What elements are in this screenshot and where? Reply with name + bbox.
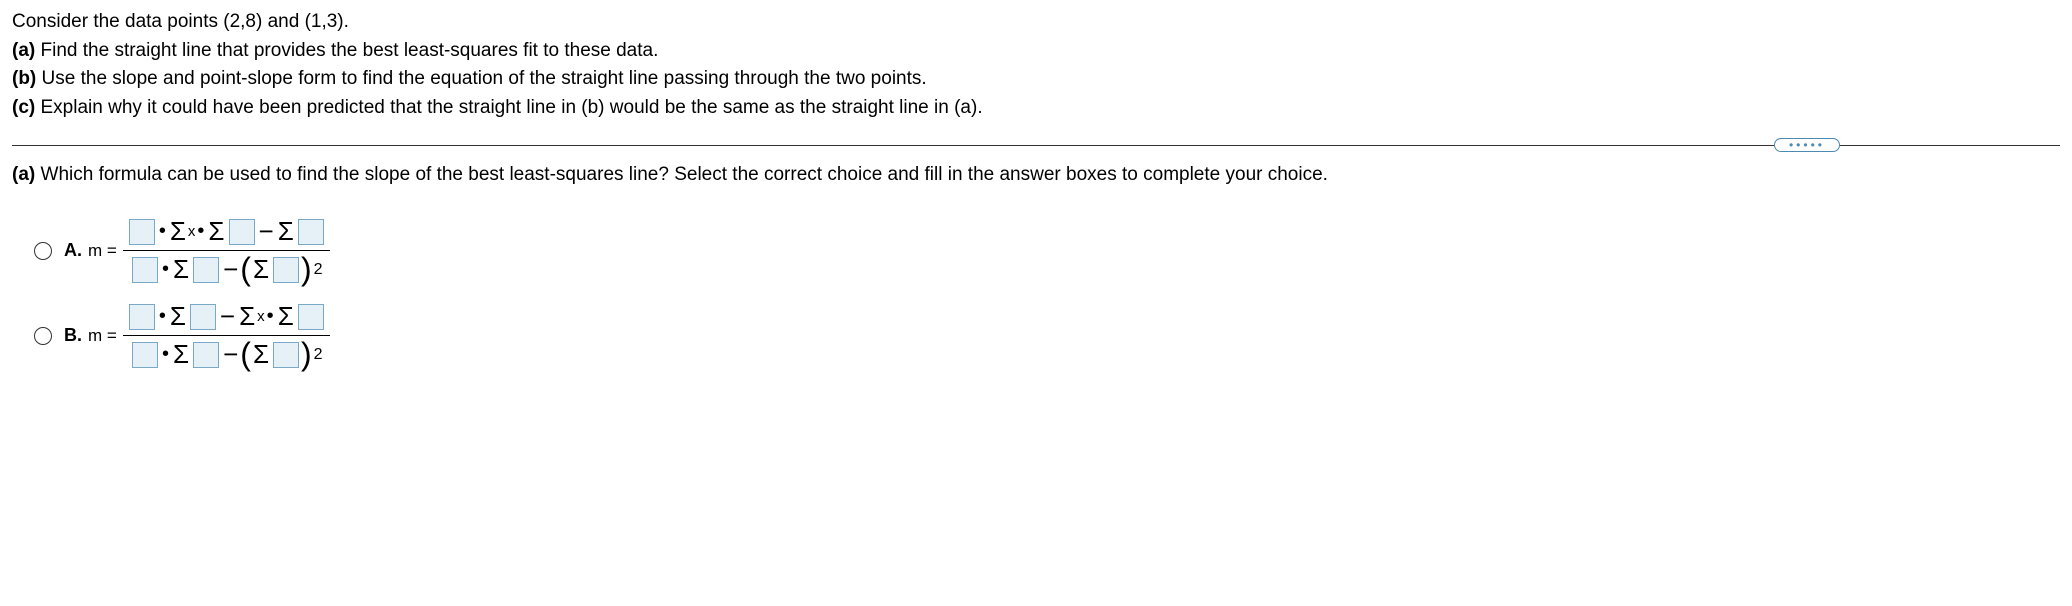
- part-c-text: Explain why it could have been predicted…: [35, 97, 982, 118]
- sigma-symbol: Σ: [278, 301, 294, 332]
- sigma-symbol: Σ: [278, 216, 294, 247]
- input-box[interactable]: [193, 342, 219, 368]
- choice-a-label: A.: [64, 240, 82, 261]
- minus-symbol: −: [223, 339, 238, 370]
- dots-badge[interactable]: •••••: [1774, 138, 1840, 152]
- choice-a: A. m = • Σ x • Σ − Σ • Σ − (: [34, 214, 2060, 287]
- dot-symbol: •: [162, 343, 169, 366]
- input-box[interactable]: [273, 342, 299, 368]
- fraction-line: [123, 250, 330, 251]
- problem-statement: Consider the data points (2,8) and (1,3)…: [12, 8, 2060, 122]
- choice-a-numerator: • Σ x • Σ − Σ: [123, 214, 330, 249]
- choice-a-denominator: • Σ − ( Σ ) 2: [126, 252, 327, 287]
- question-part-a: (a) Which formula can be used to find th…: [12, 164, 2060, 186]
- minus-symbol: −: [259, 216, 274, 247]
- x-subscript: x: [188, 223, 196, 240]
- choice-b-label: B.: [64, 325, 82, 346]
- x-subscript: x: [257, 308, 265, 325]
- choice-a-fraction: • Σ x • Σ − Σ • Σ − ( Σ ) 2: [123, 214, 330, 287]
- problem-part-a: (a) Find the straight line that provides…: [12, 37, 2060, 66]
- input-box[interactable]: [298, 304, 324, 330]
- part-a-label: (a): [12, 40, 35, 61]
- sigma-symbol: Σ: [170, 216, 186, 247]
- radio-a[interactable]: [34, 242, 52, 260]
- input-box[interactable]: [129, 304, 155, 330]
- part-a-text: Find the straight line that provides the…: [35, 40, 658, 61]
- input-box[interactable]: [298, 219, 324, 245]
- input-box[interactable]: [132, 342, 158, 368]
- dot-symbol: •: [267, 305, 274, 328]
- sigma-symbol: Σ: [208, 216, 224, 247]
- dot-symbol: •: [197, 220, 204, 243]
- part-b-text: Use the slope and point-slope form to fi…: [36, 68, 926, 89]
- radio-b[interactable]: [34, 327, 52, 345]
- input-box[interactable]: [273, 257, 299, 283]
- minus-symbol: −: [223, 254, 238, 285]
- divider-line: [12, 145, 2060, 146]
- choice-b-fraction: • Σ − Σ x • Σ • Σ − ( Σ ) 2: [123, 299, 330, 372]
- dot-symbol: •: [159, 220, 166, 243]
- input-box[interactable]: [229, 219, 255, 245]
- choices-container: A. m = • Σ x • Σ − Σ • Σ − (: [12, 214, 2060, 372]
- squared-symbol: 2: [314, 261, 323, 279]
- sigma-symbol: Σ: [253, 339, 269, 370]
- part-c-label: (c): [12, 97, 35, 118]
- rparen-symbol: ): [301, 342, 312, 368]
- lparen-symbol: (: [240, 257, 251, 283]
- choice-b-m: m =: [88, 326, 117, 346]
- problem-part-c: (c) Explain why it could have been predi…: [12, 94, 2060, 123]
- input-box[interactable]: [129, 219, 155, 245]
- choice-b-numerator: • Σ − Σ x • Σ: [123, 299, 330, 334]
- sigma-symbol: Σ: [170, 301, 186, 332]
- sigma-symbol: Σ: [173, 339, 189, 370]
- sigma-symbol: Σ: [253, 254, 269, 285]
- choice-b-denominator: • Σ − ( Σ ) 2: [126, 337, 327, 372]
- minus-symbol: −: [220, 301, 235, 332]
- dot-symbol: •: [162, 258, 169, 281]
- choice-a-m: m =: [88, 241, 117, 261]
- problem-part-b: (b) Use the slope and point-slope form t…: [12, 65, 2060, 94]
- squared-symbol: 2: [314, 346, 323, 364]
- lparen-symbol: (: [240, 342, 251, 368]
- sigma-symbol: Σ: [173, 254, 189, 285]
- problem-intro: Consider the data points (2,8) and (1,3)…: [12, 8, 2060, 37]
- rparen-symbol: ): [301, 257, 312, 283]
- input-box[interactable]: [132, 257, 158, 283]
- question-text: Which formula can be used to find the sl…: [35, 164, 1328, 185]
- sigma-symbol: Σ: [239, 301, 255, 332]
- section-divider: •••••: [12, 138, 2060, 152]
- question-part-label: (a): [12, 164, 35, 185]
- dot-symbol: •: [159, 305, 166, 328]
- part-b-label: (b): [12, 68, 36, 89]
- choice-b: B. m = • Σ − Σ x • Σ • Σ − (: [34, 299, 2060, 372]
- fraction-line: [123, 335, 330, 336]
- input-box[interactable]: [193, 257, 219, 283]
- input-box[interactable]: [190, 304, 216, 330]
